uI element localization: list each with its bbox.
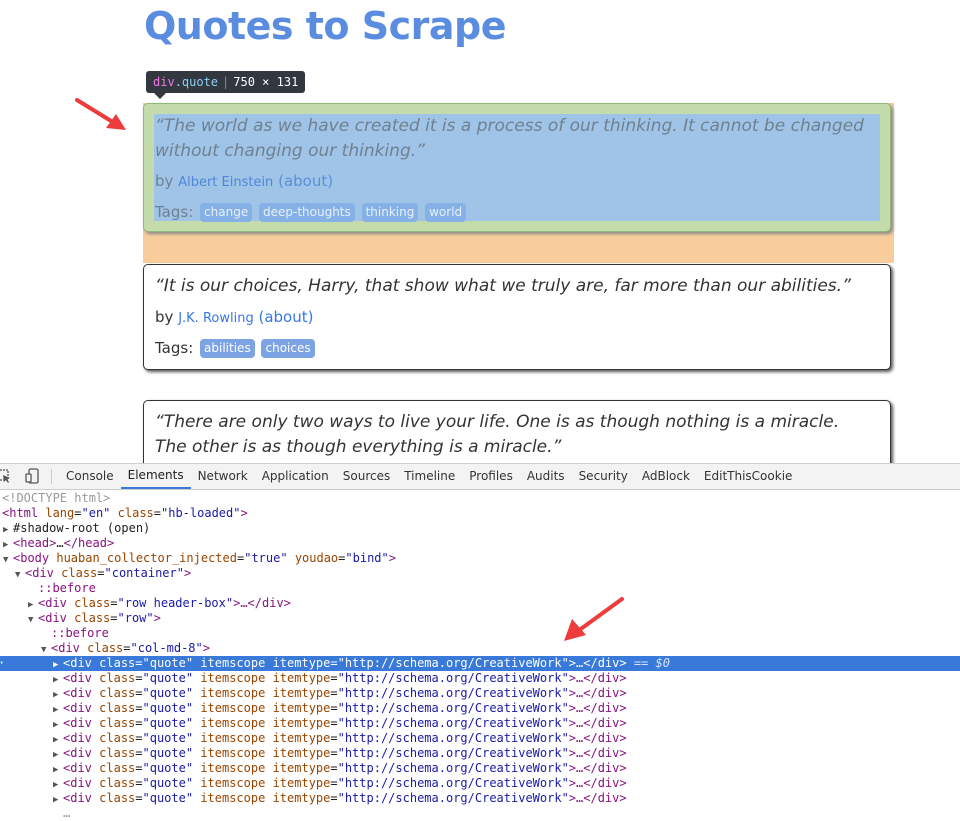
devtools-tabs: Console Elements Network Application Sou… [59, 464, 799, 489]
quote-byline: by Albert Einstein (about) [155, 172, 334, 190]
about-link[interactable]: (about) [258, 308, 313, 326]
tab-audits[interactable]: Audits [520, 464, 572, 489]
dom-node-quote[interactable]: ▶ <div class="quote" itemscope itemtype="… [0, 716, 960, 731]
quote-text: “It is our choices, Harry, that show wha… [155, 276, 851, 296]
author-name: Albert Einstein [178, 175, 274, 190]
author-name: J.K. Rowling [178, 311, 254, 326]
tab-adblock[interactable]: AdBlock [635, 464, 697, 489]
tab-console[interactable]: Console [59, 464, 121, 489]
quote-card: “It is our choices, Harry, that show wha… [143, 264, 891, 370]
quote-text: “There are only two ways to live your li… [155, 412, 840, 457]
dom-node-html[interactable]: <html lang="en" class="hb-loaded"> [0, 506, 960, 521]
dom-tree: <!DOCTYPE html> <html lang="en" class="h… [0, 491, 960, 821]
tab-network[interactable]: Network [191, 464, 255, 489]
tooltip-tag: div [153, 75, 175, 89]
tooltip-class: .quote [174, 75, 219, 89]
dom-node-quote[interactable]: ▶ <div class="quote" itemscope itemtype="… [0, 791, 960, 806]
dom-node-quote[interactable]: ▶ <div class="quote" itemscope itemtype="… [0, 746, 960, 761]
dom-node-head[interactable]: ▶ <head>…</head> [0, 536, 960, 551]
dom-node-before[interactable]: ::before [0, 626, 960, 641]
dom-node-col[interactable]: ▼ <div class="col-md-8"> [0, 641, 960, 656]
devtools-toolbar: Console Elements Network Application Sou… [0, 464, 960, 490]
page-title[interactable]: Quotes to Scrape [144, 4, 507, 48]
dom-node-header-row[interactable]: ▶ <div class="row header-box">…</div> [0, 596, 960, 611]
selected-marker: == $0 [633, 656, 670, 670]
dom-node-before[interactable]: ::before [0, 581, 960, 596]
dom-node-quote[interactable]: ▶ <div class="quote" itemscope itemtype="… [0, 731, 960, 746]
quote-tags: Tags: change deep-thoughts thinking worl… [155, 203, 467, 222]
inspect-element-icon[interactable] [0, 468, 12, 484]
tab-editthiscookie[interactable]: EditThisCookie [697, 464, 800, 489]
tag-thinking[interactable]: thinking [361, 203, 419, 222]
red-arrow-icon [564, 597, 624, 641]
quote-text: “The world as we have created it is a pr… [155, 116, 864, 161]
dom-node-quote[interactable]: ▶ <div class="quote" itemscope itemtype="… [0, 671, 960, 686]
dom-node-quote[interactable]: ▶ <div class="quote" itemscope itemtype="… [0, 761, 960, 776]
quote-card: “The world as we have created it is a pr… [143, 103, 891, 232]
tag-change[interactable]: change [200, 203, 253, 222]
dom-node-quote[interactable]: ▶ <div class="quote" itemscope itemtype="… [0, 776, 960, 791]
dom-node-body[interactable]: ▼ <body huaban_collector_injected="true" … [0, 551, 960, 566]
tooltip-size: 750 × 131 [233, 75, 299, 89]
dom-node-container[interactable]: ▼ <div class="container"> [0, 566, 960, 581]
dom-node-partial[interactable]: … [0, 806, 960, 821]
tab-security[interactable]: Security [572, 464, 635, 489]
dom-node-quote[interactable]: ▶ <div class="quote" itemscope itemtype="… [0, 701, 960, 716]
page-viewport: Quotes to Scrape div.quote | 750 × 131 “Th… [0, 0, 960, 463]
about-link[interactable]: (about) [278, 172, 333, 190]
device-toolbar-icon[interactable] [25, 468, 41, 484]
quote-byline: by J.K. Rowling (about) [155, 308, 314, 326]
dom-node-shadow-root[interactable]: ▶ #shadow-root (open) [0, 521, 960, 536]
tab-sources[interactable]: Sources [336, 464, 397, 489]
tab-profiles[interactable]: Profiles [462, 464, 520, 489]
dom-node-row[interactable]: ▼ <div class="row"> [0, 611, 960, 626]
tag-choices[interactable]: choices [261, 339, 315, 358]
quote-tags: Tags: abilities choices [155, 339, 315, 358]
red-arrow-icon [75, 98, 126, 130]
tag-abilities[interactable]: abilities [200, 339, 255, 358]
dom-node-quote[interactable]: ▶ <div class="quote" itemscope itemtype="… [0, 686, 960, 701]
tab-application[interactable]: Application [255, 464, 336, 489]
tag-deep-thoughts[interactable]: deep-thoughts [259, 203, 355, 222]
devtools-panel: Console Elements Network Application Sou… [0, 463, 960, 820]
dom-node-quote-selected[interactable]: ·▶<div class="quote" itemscope itemtype=… [0, 656, 960, 671]
quote-card: “There are only two ways to live your li… [143, 400, 891, 463]
inspect-tooltip: div.quote | 750 × 131 [146, 71, 306, 99]
tab-elements[interactable]: Elements [120, 464, 191, 489]
dom-node-doctype[interactable]: <!DOCTYPE html> [0, 491, 960, 506]
tab-timeline[interactable]: Timeline [397, 464, 462, 489]
tag-world[interactable]: world [425, 203, 467, 222]
